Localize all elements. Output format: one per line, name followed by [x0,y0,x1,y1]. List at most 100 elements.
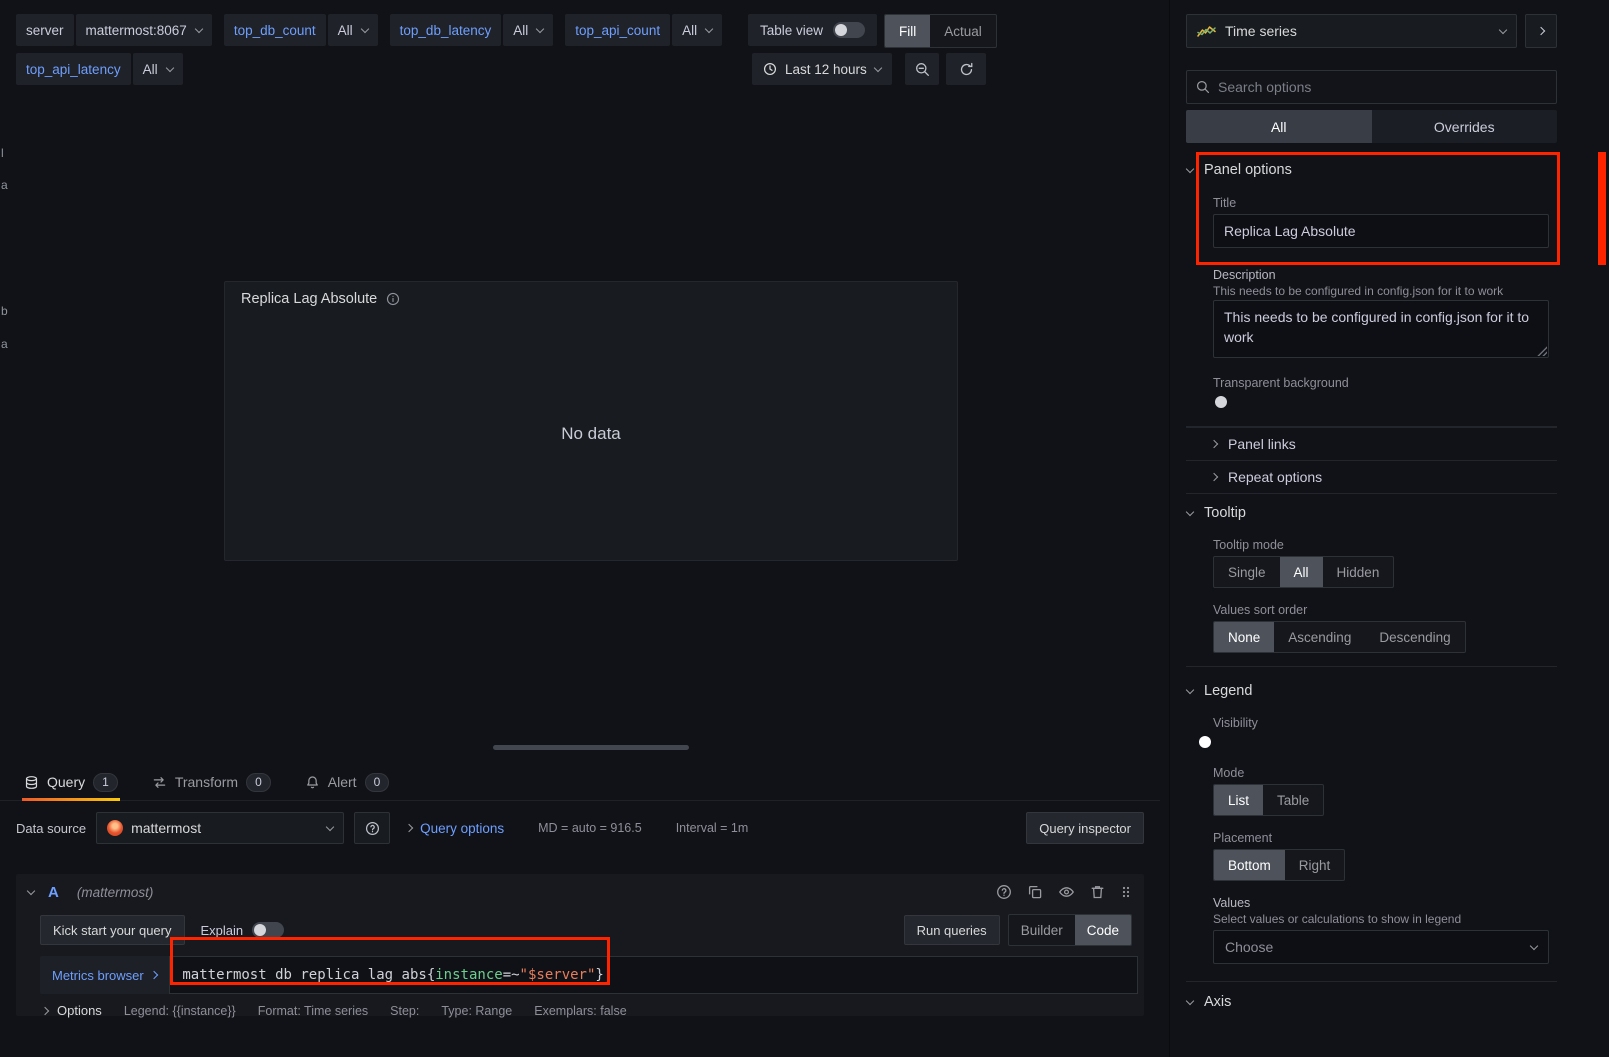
section-legend[interactable]: Legend [1187,683,1252,699]
panel-header[interactable]: Replica Lag Absolute [225,282,957,316]
panel-options-sidebar: Time series All Overrides Panel options … [1169,0,1609,1057]
repeat-options-row[interactable]: Repeat options [1186,460,1557,492]
variable-server-dropdown[interactable]: mattermost:8067 [76,14,212,46]
chevron-down-icon [536,24,544,32]
tab-alert[interactable]: Alert 0 [303,764,391,800]
legend-placement-control: Bottom Right [1213,849,1345,881]
sort-ascending[interactable]: Ascending [1274,622,1365,652]
question-circle-icon [365,821,380,836]
collapse-query-icon[interactable] [27,886,35,894]
query-expression-row: Metrics browser mattermost_db_replica_la… [40,956,1138,994]
panel-info-icon[interactable] [386,292,400,306]
time-series-chart-icon [1197,25,1216,38]
legend-values-hint: Select values or calculations to show in… [1213,912,1461,926]
variable-top-db-count-dropdown[interactable]: All [328,14,378,46]
time-range-picker[interactable]: Last 12 hours [752,53,892,85]
legend-mode-table[interactable]: Table [1263,785,1323,815]
edge-letter: b [1,304,8,318]
builder-mode-option[interactable]: Builder [1009,915,1075,945]
explain-control: Explain [201,922,285,938]
panel-description-textarea[interactable]: This needs to be configured in config.js… [1213,300,1549,358]
variable-top-api-count-dropdown[interactable]: All [672,14,722,46]
query-inspector-button[interactable]: Query inspector [1026,812,1144,844]
panel-title: Replica Lag Absolute [241,291,377,307]
interval-summary: Interval = 1m [676,821,749,835]
placement-right[interactable]: Right [1285,850,1345,880]
refresh-button[interactable] [946,53,986,85]
variable-label[interactable]: top_db_count [224,14,326,46]
refresh-icon [959,62,974,77]
explain-toggle[interactable] [252,922,284,938]
panel-links-row[interactable]: Panel links [1186,427,1557,459]
tooltip-mode-hidden[interactable]: Hidden [1323,557,1394,587]
zoom-out-time-button[interactable] [905,53,939,85]
variable-label: server [16,14,74,46]
variable-top-db-latency-dropdown[interactable]: All [503,14,553,46]
section-panel-options[interactable]: Panel options [1187,162,1292,178]
transparent-background-label: Transparent background [1213,376,1349,390]
visualization-row: Time series [1186,14,1557,48]
duplicate-query-icon[interactable] [1027,884,1043,900]
section-tooltip[interactable]: Tooltip [1187,505,1246,521]
alert-count-badge: 0 [365,773,390,792]
search-icon [1196,80,1210,94]
filter-tab-all[interactable]: All [1186,110,1372,143]
clock-icon [763,62,777,76]
variable-top-api-count: top_api_count All [565,14,722,46]
run-queries-button[interactable]: Run queries [904,915,1000,945]
chevron-down-icon [874,63,882,71]
chevron-down-icon [1186,685,1194,693]
variable-server: server mattermost:8067 [16,14,212,46]
datasource-picker[interactable]: mattermost [96,812,344,844]
legend-values-label: Values [1213,896,1250,910]
variable-top-api-latency-dropdown[interactable]: All [133,53,183,85]
panel-resize-handle[interactable] [493,745,689,750]
chevron-down-icon [1499,25,1507,33]
metrics-browser-button[interactable]: Metrics browser [40,956,169,994]
variable-label[interactable]: top_api_latency [16,53,131,85]
options-toggle[interactable]: Options [42,1003,102,1018]
panel-title-input[interactable] [1213,214,1549,248]
collapse-sidebar-button[interactable] [1525,14,1557,48]
template-variables-row-2: top_api_latency All [16,53,183,85]
description-textarea-wrap: This needs to be configured in config.js… [1213,300,1549,358]
visualization-picker[interactable]: Time series [1186,14,1517,48]
section-axis[interactable]: Axis [1187,994,1231,1010]
kick-start-query-button[interactable]: Kick start your query [40,915,185,945]
transform-icon [152,775,167,790]
legend-placement-label: Placement [1213,831,1272,845]
tooltip-mode-label: Tooltip mode [1213,538,1284,552]
hide-query-icon[interactable] [1058,884,1075,900]
divider [1186,981,1557,982]
query-options-toggle[interactable]: Query options [406,821,504,836]
fill-option[interactable]: Fill [885,15,930,47]
variable-label[interactable]: top_db_latency [390,14,502,46]
search-options-input[interactable] [1218,79,1547,95]
datasource-help-button[interactable] [354,812,390,844]
panel-preview: Replica Lag Absolute No data [224,281,958,561]
no-data-message: No data [225,424,957,444]
edge-letter: a [1,337,8,351]
query-help-icon[interactable] [996,884,1012,900]
drag-handle-icon[interactable] [1120,884,1132,900]
tab-transform[interactable]: Transform 0 [150,764,273,800]
options-filter-tabs: All Overrides [1186,110,1557,143]
values-sort-order-control: None Ascending Descending [1213,621,1466,653]
code-mode-option[interactable]: Code [1075,915,1131,945]
legend-values-select[interactable]: Choose [1213,930,1549,964]
sort-descending[interactable]: Descending [1365,622,1464,652]
variable-label[interactable]: top_api_count [565,14,670,46]
tooltip-mode-single[interactable]: Single [1214,557,1280,587]
sort-none[interactable]: None [1214,622,1274,652]
actual-option[interactable]: Actual [930,15,996,47]
filter-tab-overrides[interactable]: Overrides [1372,110,1558,143]
delete-query-icon[interactable] [1090,884,1105,900]
chevron-down-icon [326,822,334,830]
table-view-toggle[interactable] [833,22,865,38]
tab-query[interactable]: Query 1 [22,764,120,800]
placement-bottom[interactable]: Bottom [1214,850,1285,880]
legend-mode-label: Mode [1213,766,1244,780]
tooltip-mode-all[interactable]: All [1280,557,1323,587]
legend-mode-list[interactable]: List [1214,785,1263,815]
promql-code-input[interactable]: mattermost_db_replica_lag_abs{instance=~… [169,956,1138,994]
